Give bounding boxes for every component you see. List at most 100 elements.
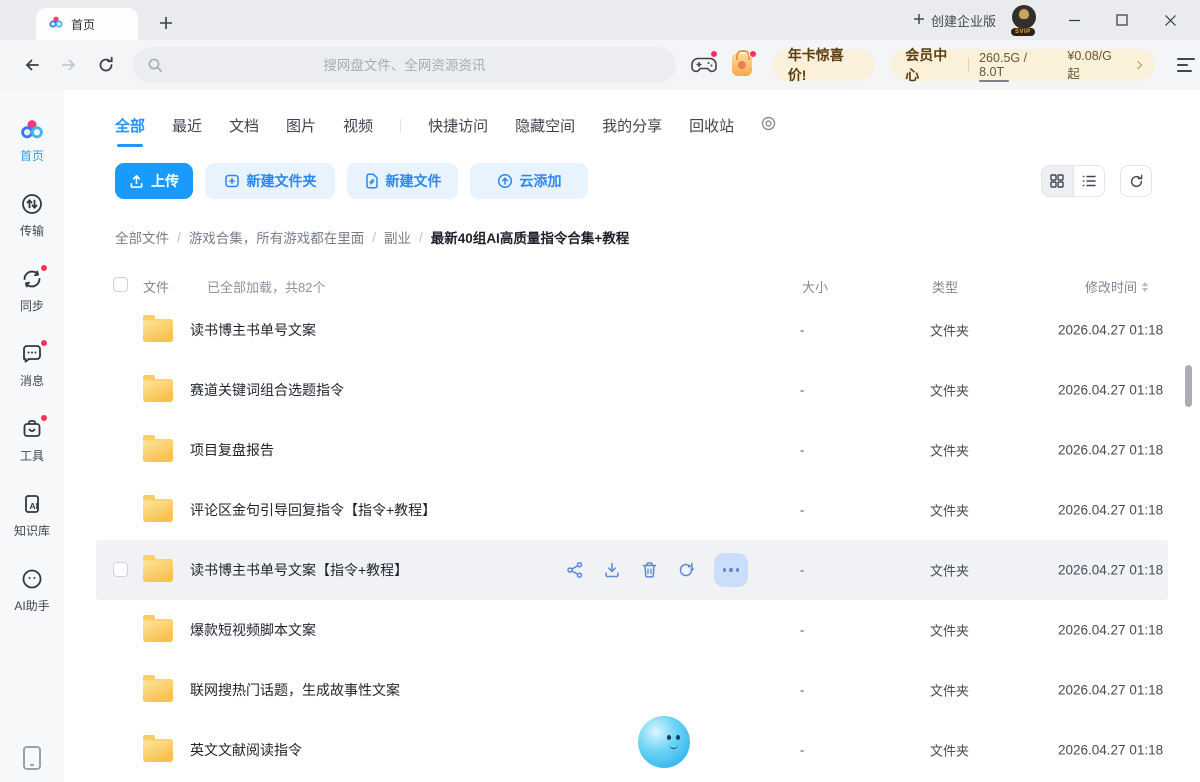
titlebar: 首页 创建企业版 SVIP bbox=[0, 0, 1200, 40]
upgrade-price[interactable]: ¥0.08/G起 bbox=[1067, 49, 1121, 82]
grid-view-button[interactable] bbox=[1042, 166, 1073, 196]
create-enterprise-button[interactable]: 创建企业版 bbox=[913, 11, 1004, 30]
reload-button[interactable] bbox=[94, 52, 119, 78]
file-name[interactable]: 英文文献阅读指令 bbox=[190, 740, 302, 760]
folder-icon bbox=[143, 679, 173, 702]
column-time-sort[interactable]: 修改时间 bbox=[1085, 277, 1148, 296]
promo-banner[interactable]: 年卡惊喜价! bbox=[772, 49, 875, 81]
file-row[interactable]: 读书博主书单号文案 - 文件夹 2026.04.27 01:18 bbox=[96, 300, 1168, 360]
search-bar[interactable] bbox=[133, 47, 677, 83]
toolbox-icon bbox=[19, 416, 45, 442]
file-time: 2026.04.27 01:18 bbox=[1058, 563, 1163, 578]
category-tabs: 全部 最近 文档 图片 视频 快捷访问 隐藏空间 我的分享 回收站 bbox=[115, 115, 1200, 136]
new-tab-button[interactable] bbox=[153, 10, 179, 36]
delete-button[interactable] bbox=[640, 561, 658, 579]
file-time: 2026.04.27 01:18 bbox=[1058, 443, 1163, 458]
file-type: 文件夹 bbox=[930, 381, 969, 400]
search-input[interactable] bbox=[133, 47, 677, 83]
breadcrumb-separator: / bbox=[177, 230, 181, 245]
file-name[interactable]: 评论区金句引导回复指令【指令+教程】 bbox=[190, 500, 436, 520]
message-icon bbox=[19, 341, 45, 367]
vip-badge: SVIP bbox=[1011, 28, 1035, 36]
file-name[interactable]: 联网搜热门话题，生成故事性文案 bbox=[190, 680, 400, 700]
app-tab-home[interactable]: 首页 bbox=[36, 8, 138, 40]
tab-hidden-space[interactable]: 隐藏空间 bbox=[515, 115, 575, 136]
tab-my-shares[interactable]: 我的分享 bbox=[602, 115, 662, 136]
file-row[interactable]: 爆款短视频脚本文案 - 文件夹 2026.04.27 01:18 bbox=[96, 600, 1168, 660]
list-view-button[interactable] bbox=[1073, 166, 1104, 196]
badge-dot bbox=[40, 414, 48, 422]
download-icon bbox=[603, 561, 621, 579]
tab-documents[interactable]: 文档 bbox=[229, 115, 259, 136]
games-button[interactable] bbox=[690, 51, 717, 79]
sidebar-item-ai-assistant[interactable]: AI助手 bbox=[0, 566, 64, 614]
file-name[interactable]: 爆款短视频脚本文案 bbox=[190, 620, 316, 640]
file-name[interactable]: 读书博主书单号文案【指令+教程】 bbox=[190, 560, 408, 580]
tab-recycle-bin[interactable]: 回收站 bbox=[689, 115, 734, 136]
column-size: 大小 bbox=[802, 277, 828, 296]
share-button[interactable] bbox=[566, 561, 584, 579]
minimize-button[interactable] bbox=[1054, 6, 1094, 34]
breadcrumb-root[interactable]: 全部文件 bbox=[115, 227, 169, 247]
storage-usage[interactable]: 260.5G / 8.0T bbox=[979, 51, 1051, 79]
more-actions-button[interactable] bbox=[714, 553, 748, 587]
refresh-list-button[interactable] bbox=[1120, 165, 1152, 197]
refresh-plus-icon bbox=[677, 561, 695, 579]
plus-icon bbox=[913, 13, 925, 28]
svg-text:AI: AI bbox=[30, 501, 39, 511]
avatar bbox=[1012, 5, 1036, 29]
maximize-button[interactable] bbox=[1102, 6, 1142, 34]
sort-icon bbox=[1142, 282, 1148, 292]
upload-button[interactable]: 上传 bbox=[115, 163, 193, 199]
chevron-right-icon bbox=[1134, 61, 1142, 69]
mobile-app-icon[interactable] bbox=[23, 746, 41, 770]
breadcrumb: 全部文件 / 游戏合集，所有游戏都在里面 / 副业 / 最新40组AI高质量指令… bbox=[115, 227, 1200, 247]
sidebar-item-home[interactable]: 首页 bbox=[0, 116, 64, 164]
file-row[interactable]: 评论区金句引导回复指令【指令+教程】 - 文件夹 2026.04.27 01:1… bbox=[96, 480, 1168, 540]
row-actions bbox=[566, 540, 748, 600]
scrollbar[interactable] bbox=[1185, 365, 1192, 407]
ai-assistant-bubble[interactable] bbox=[638, 716, 690, 768]
tab-videos[interactable]: 视频 bbox=[343, 115, 373, 136]
file-row[interactable]: 赛道关键词组合选题指令 - 文件夹 2026.04.27 01:18 bbox=[96, 360, 1168, 420]
member-center[interactable]: 会员中心 260.5G / 8.0T ¥0.08/G起 bbox=[891, 49, 1155, 81]
cloud-add-button[interactable]: 云添加 bbox=[470, 163, 588, 199]
badge-dot bbox=[40, 264, 48, 272]
column-type: 类型 bbox=[932, 277, 958, 296]
sidebar: 首页 传输 同步 bbox=[0, 90, 64, 782]
sidebar-item-knowledge[interactable]: AI 知识库 bbox=[0, 491, 64, 539]
member-center-label[interactable]: 会员中心 bbox=[905, 45, 958, 85]
shop-button[interactable] bbox=[729, 51, 756, 79]
row-checkbox[interactable] bbox=[113, 562, 128, 577]
file-row[interactable]: 项目复盘报告 - 文件夹 2026.04.27 01:18 bbox=[96, 420, 1168, 480]
file-row-hovered[interactable]: 读书博主书单号文案【指令+教程】 bbox=[96, 540, 1168, 600]
new-folder-button[interactable]: 新建文件夹 bbox=[205, 163, 335, 199]
trash-icon bbox=[641, 561, 658, 579]
file-name[interactable]: 赛道关键词组合选题指令 bbox=[190, 380, 344, 400]
folder-icon bbox=[143, 319, 173, 342]
sidebar-item-sync[interactable]: 同步 bbox=[0, 266, 64, 314]
tab-all[interactable]: 全部 bbox=[115, 115, 145, 136]
notification-dot bbox=[749, 50, 757, 58]
breadcrumb-item[interactable]: 游戏合集，所有游戏都在里面 bbox=[189, 227, 365, 247]
file-name[interactable]: 读书博主书单号文案 bbox=[190, 320, 316, 340]
sidebar-item-tools[interactable]: 工具 bbox=[0, 416, 64, 464]
tab-recent[interactable]: 最近 bbox=[172, 115, 202, 136]
tab-settings-icon[interactable] bbox=[761, 116, 776, 136]
back-button[interactable] bbox=[20, 52, 45, 78]
main-menu-button[interactable] bbox=[1173, 51, 1200, 79]
file-name[interactable]: 项目复盘报告 bbox=[190, 440, 274, 460]
download-button[interactable] bbox=[603, 561, 621, 579]
breadcrumb-item[interactable]: 副业 bbox=[384, 227, 411, 247]
forward-button[interactable] bbox=[57, 52, 82, 78]
sidebar-item-transfer[interactable]: 传输 bbox=[0, 191, 64, 239]
sidebar-item-messages[interactable]: 消息 bbox=[0, 341, 64, 389]
tab-quick-access[interactable]: 快捷访问 bbox=[428, 115, 488, 136]
select-all-checkbox[interactable] bbox=[113, 277, 128, 292]
tab-images[interactable]: 图片 bbox=[286, 115, 316, 136]
close-button[interactable] bbox=[1150, 6, 1190, 34]
home-logo-icon bbox=[19, 116, 45, 142]
new-file-button[interactable]: 新建文件 bbox=[347, 163, 458, 199]
user-avatar[interactable]: SVIP bbox=[1012, 5, 1038, 35]
collect-button[interactable] bbox=[677, 561, 695, 579]
